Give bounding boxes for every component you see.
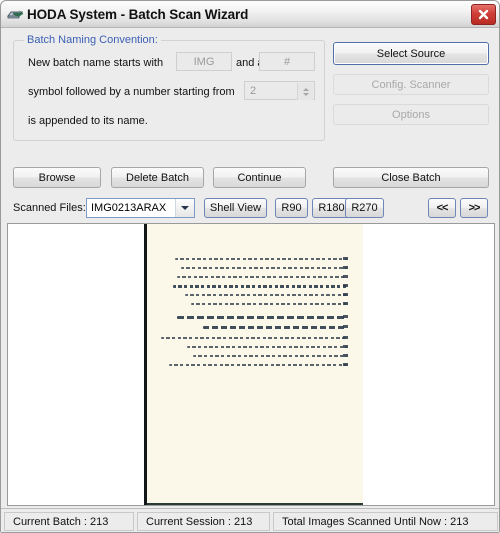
status-current-session: Current Session : 213 <box>137 512 270 531</box>
browse-label: Browse <box>38 171 76 184</box>
stepper-arrows[interactable] <box>297 83 313 100</box>
continue-button[interactable]: Continue <box>213 167 306 188</box>
delete-batch-button[interactable]: Delete Batch <box>111 167 204 188</box>
batch-symbol-field[interactable]: # <box>259 52 315 71</box>
naming-line-1: New batch name starts with <box>28 57 163 69</box>
next-image-label: >> <box>468 202 481 214</box>
config-scanner-button: Config. Scanner <box>333 74 489 95</box>
rotate-90-label: R90 <box>281 202 302 214</box>
naming-line-2-text: symbol followed by a number starting fro… <box>28 86 235 98</box>
preview-left-margin <box>8 224 147 505</box>
client-area: Batch Naming Convention: New batch name … <box>1 28 499 532</box>
batch-prefix-field[interactable]: IMG <box>176 52 232 71</box>
scanned-files-select[interactable]: IMG0213ARAX <box>86 198 195 218</box>
options-button: Options <box>333 104 489 125</box>
close-batch-button[interactable]: Close Batch <box>333 167 489 188</box>
title-bar[interactable]: HODA System - Batch Scan Wizard <box>1 1 499 28</box>
chevron-up-icon[interactable] <box>302 87 309 91</box>
naming-line-3-text: is appended to its name. <box>28 115 148 127</box>
select-source-button[interactable]: Select Source <box>333 42 489 65</box>
chevron-down-icon[interactable] <box>302 92 309 96</box>
status-total-images: Total Images Scanned Until Now : 213 <box>273 512 498 531</box>
batch-start-number-stepper[interactable]: 2 <box>244 81 315 100</box>
naming-line-2: symbol followed by a number starting fro… <box>28 86 235 98</box>
previous-image-button[interactable]: << <box>428 198 456 218</box>
preview-right-margin <box>363 224 494 505</box>
caret-shape <box>181 206 189 210</box>
shell-view-button[interactable]: Shell View <box>204 198 267 218</box>
scanned-page-image <box>147 224 363 505</box>
status-current-batch: Current Batch : 213 <box>4 512 134 531</box>
close-batch-label: Close Batch <box>381 171 441 184</box>
batch-start-number-value: 2 <box>250 84 257 97</box>
rotate-90-button[interactable]: R90 <box>275 198 308 218</box>
delete-batch-label: Delete Batch <box>126 171 189 184</box>
scanner-icon <box>6 5 26 23</box>
status-bar: Current Batch : 213 Current Session : 21… <box>1 508 499 532</box>
scanned-files-label: Scanned Files: <box>13 202 86 214</box>
chevron-down-icon[interactable] <box>175 199 194 217</box>
batch-symbol-value: # <box>283 55 291 68</box>
app-window: HODA System - Batch Scan Wizard Batch Na… <box>0 0 500 533</box>
naming-line-3: is appended to its name. <box>28 115 148 127</box>
rotate-270-button[interactable]: R270 <box>345 198 384 218</box>
naming-line-1-prefix: New batch name starts with <box>28 57 164 69</box>
page-bottom-edge <box>147 503 363 505</box>
scan-preview-pane[interactable] <box>7 223 495 506</box>
config-scanner-label: Config. Scanner <box>371 78 451 91</box>
browse-button[interactable]: Browse <box>13 167 101 188</box>
close-button[interactable] <box>471 4 496 25</box>
close-icon <box>477 8 490 21</box>
previous-image-label: << <box>436 202 449 214</box>
options-label: Options <box>392 108 430 121</box>
shell-view-label: Shell View <box>209 202 262 214</box>
window-title: HODA System - Batch Scan Wizard <box>27 6 249 22</box>
batch-naming-groupbox: Batch Naming Convention: New batch name … <box>13 34 325 141</box>
rotate-270-label: R270 <box>351 202 378 214</box>
next-image-button[interactable]: >> <box>460 198 488 218</box>
batch-prefix-value: IMG <box>193 55 215 68</box>
continue-label: Continue <box>237 171 282 184</box>
scanned-files-selected-value: IMG0213ARAX <box>91 202 167 214</box>
select-source-label: Select Source <box>376 47 446 60</box>
groupbox-legend: Batch Naming Convention: <box>24 34 161 46</box>
rotate-180-label: R180 <box>318 202 345 214</box>
